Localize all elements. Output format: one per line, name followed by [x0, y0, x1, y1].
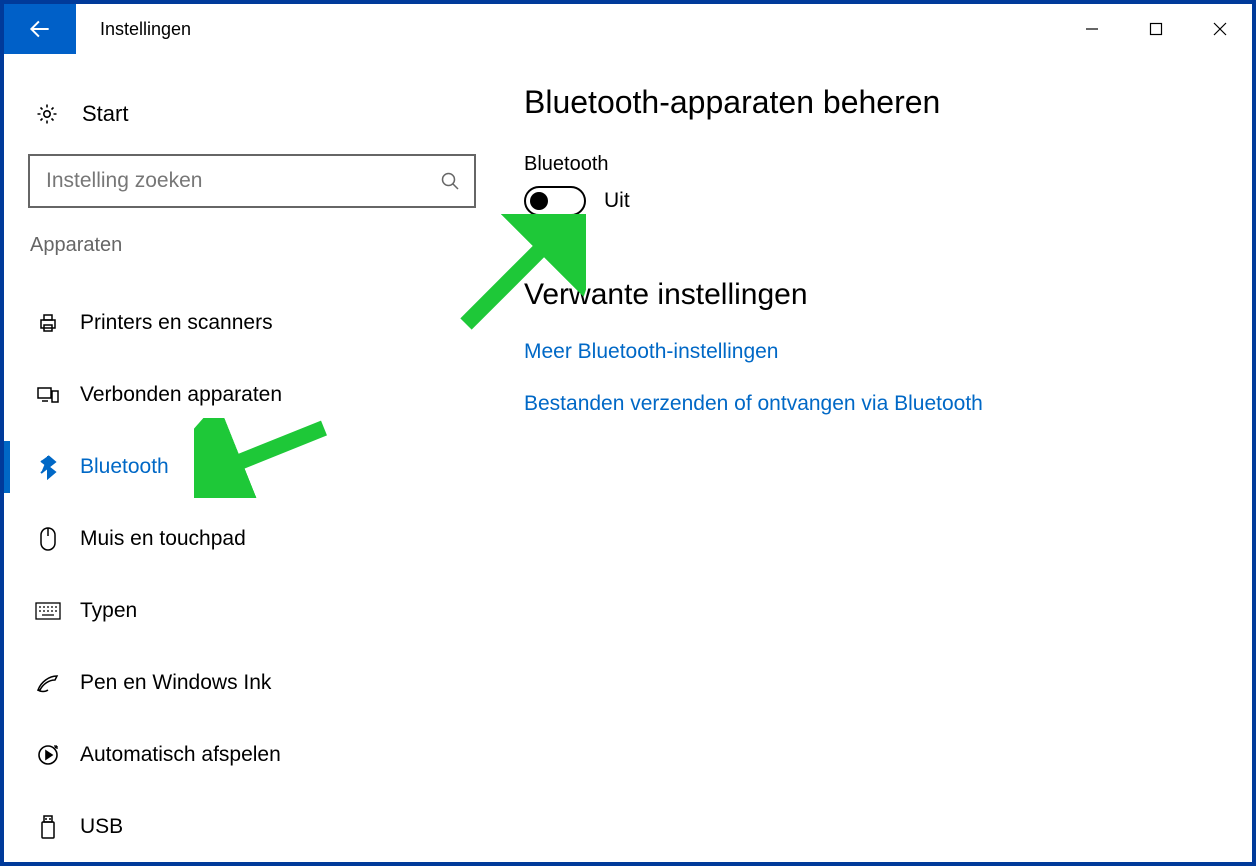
sidebar-item-printers[interactable]: Printers en scanners [4, 287, 504, 359]
window-controls [1060, 4, 1252, 54]
sidebar-item-mouse[interactable]: Muis en touchpad [4, 503, 504, 575]
search-box[interactable] [28, 154, 476, 208]
devices-icon [34, 383, 62, 407]
sidebar-section-label: Apparaten [4, 234, 504, 257]
minimize-icon [1085, 22, 1099, 36]
pen-icon [34, 672, 62, 694]
related-settings-heading: Verwante instellingen [524, 278, 1212, 312]
minimize-button[interactable] [1060, 4, 1124, 54]
link-more-bluetooth-settings[interactable]: Meer Bluetooth-instellingen [524, 340, 1212, 364]
close-icon [1213, 22, 1227, 36]
sidebar-item-label: Bluetooth [80, 455, 169, 479]
bluetooth-toggle[interactable] [524, 186, 586, 216]
usb-icon [34, 814, 62, 840]
window-title: Instellingen [76, 4, 1060, 54]
sidebar-item-typing[interactable]: Typen [4, 575, 504, 647]
home-label: Start [82, 101, 128, 127]
sidebar-item-label: Pen en Windows Ink [80, 671, 271, 695]
maximize-button[interactable] [1124, 4, 1188, 54]
main-panel: Bluetooth-apparaten beheren Bluetooth Ui… [504, 54, 1252, 862]
sidebar-item-label: Printers en scanners [80, 311, 273, 335]
sidebar: Start Apparaten Printers en scanners [4, 54, 504, 862]
link-send-receive-files[interactable]: Bestanden verzenden of ontvangen via Blu… [524, 392, 1212, 416]
close-button[interactable] [1188, 4, 1252, 54]
sidebar-item-label: Typen [80, 599, 137, 623]
sidebar-item-connected-devices[interactable]: Verbonden apparaten [4, 359, 504, 431]
sidebar-item-pen[interactable]: Pen en Windows Ink [4, 647, 504, 719]
bluetooth-icon [34, 454, 62, 480]
arrow-left-icon [27, 16, 53, 42]
bluetooth-toggle-state: Uit [604, 189, 630, 213]
keyboard-icon [34, 602, 62, 620]
sidebar-item-label: Muis en touchpad [80, 527, 246, 551]
sidebar-item-autoplay[interactable]: Automatisch afspelen [4, 719, 504, 791]
page-title: Bluetooth-apparaten beheren [524, 84, 1212, 121]
home-button[interactable]: Start [4, 92, 504, 136]
sidebar-item-usb[interactable]: USB [4, 791, 504, 863]
sidebar-item-label: Automatisch afspelen [80, 743, 281, 767]
printer-icon [34, 311, 62, 335]
sidebar-item-label: Verbonden apparaten [80, 383, 282, 407]
titlebar: Instellingen [4, 4, 1252, 54]
sidebar-item-label: USB [80, 815, 123, 839]
back-button[interactable] [4, 4, 76, 54]
sidebar-item-bluetooth[interactable]: Bluetooth [4, 431, 504, 503]
search-input[interactable] [46, 169, 440, 193]
maximize-icon [1149, 22, 1163, 36]
search-icon [440, 171, 460, 191]
autoplay-icon [34, 743, 62, 767]
bluetooth-toggle-label: Bluetooth [524, 153, 1212, 176]
mouse-icon [34, 526, 62, 552]
toggle-knob [530, 192, 548, 210]
gear-icon [34, 102, 60, 126]
